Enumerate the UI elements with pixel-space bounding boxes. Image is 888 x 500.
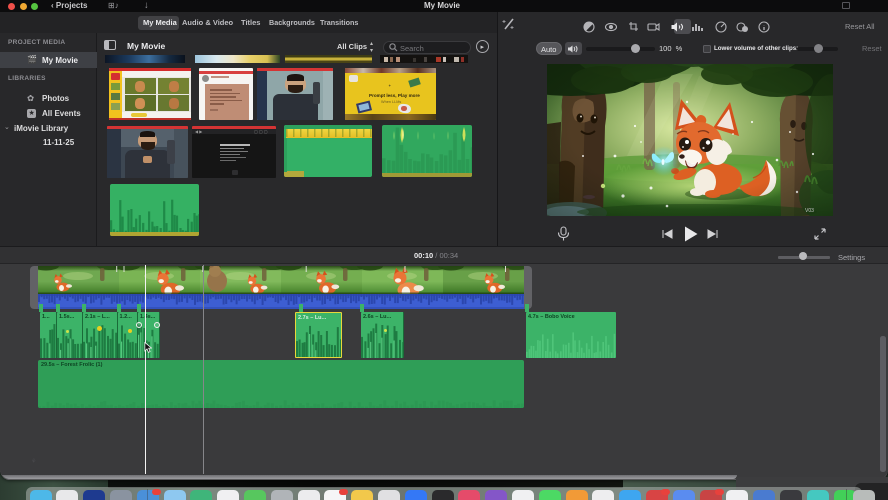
svg-text:V03: V03 (805, 208, 814, 214)
